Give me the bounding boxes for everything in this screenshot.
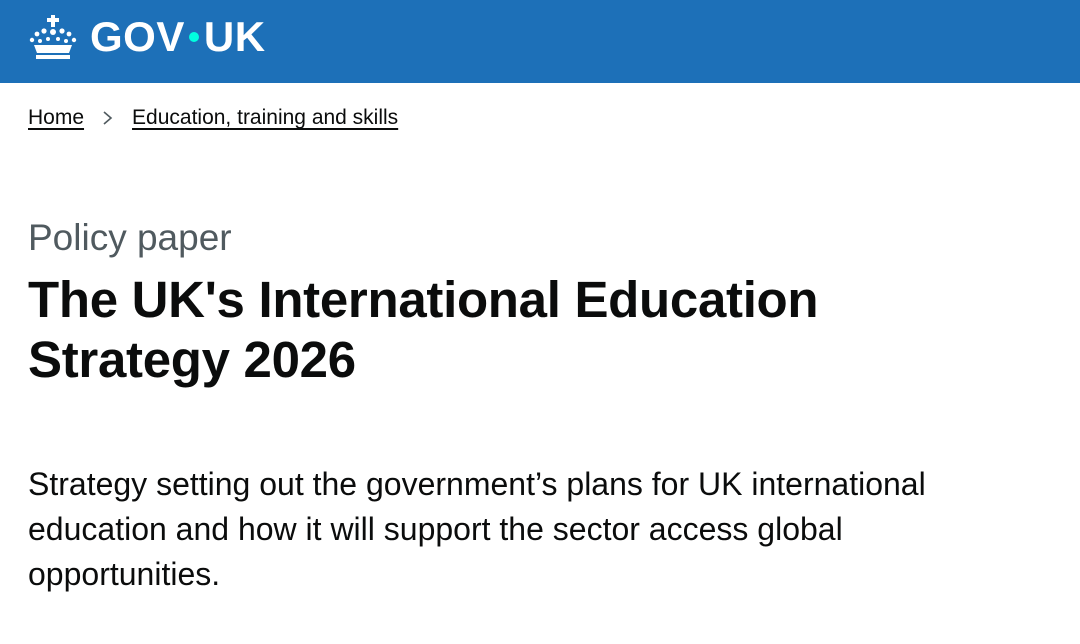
- page-description: Strategy setting out the government’s pl…: [28, 466, 926, 592]
- brand-gov: GOV: [90, 13, 185, 60]
- breadcrumb-home-link[interactable]: Home: [28, 106, 84, 130]
- site-header: GOV UK: [0, 0, 1080, 83]
- breadcrumb: Home Education, training and skills: [28, 106, 398, 130]
- brand-dot: [188, 32, 199, 42]
- govuk-wordmark: GOV UK: [90, 16, 266, 58]
- crown-icon: [29, 15, 77, 59]
- brand-uk: UK: [203, 13, 266, 60]
- document-type-caption: Policy paper: [28, 217, 232, 258]
- chevron-right-icon: [103, 111, 113, 125]
- govuk-logo-link[interactable]: GOV UK: [28, 12, 266, 62]
- page-title: The UK's International Education Strateg…: [28, 271, 819, 388]
- breadcrumb-education-link[interactable]: Education, training and skills: [132, 106, 398, 130]
